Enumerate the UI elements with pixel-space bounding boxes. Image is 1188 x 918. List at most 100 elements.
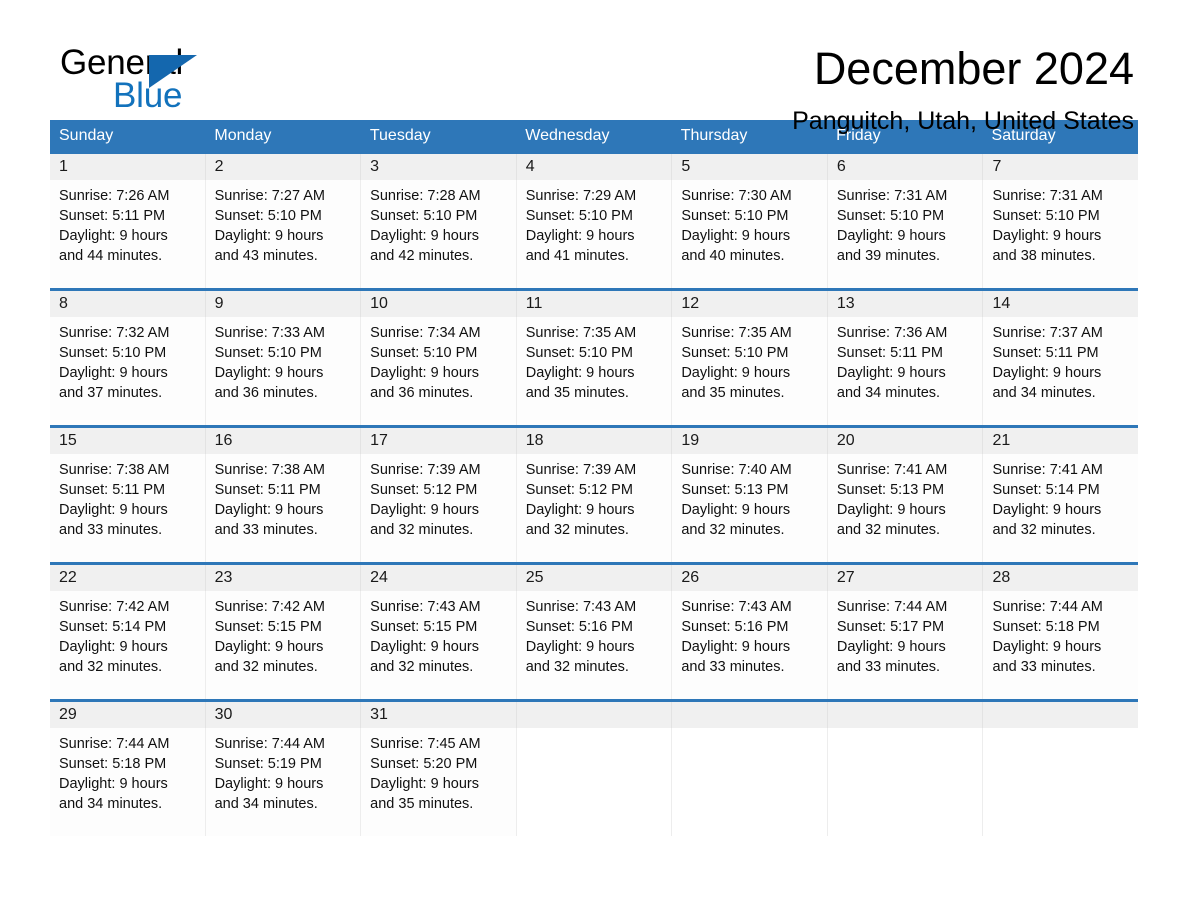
day-number[interactable]: 24 (360, 565, 516, 591)
day-number[interactable]: 16 (204, 428, 361, 454)
day-number[interactable]: 19 (671, 428, 827, 454)
sunrise-text: Sunrise: 7:33 AM (214, 325, 325, 341)
day-number[interactable]: 22 (50, 565, 205, 591)
day-cell[interactable]: Sunrise: 7:39 AM Sunset: 5:12 PM Dayligh… (515, 454, 672, 562)
day-cell[interactable]: Sunrise: 7:32 AM Sunset: 5:10 PM Dayligh… (50, 317, 205, 425)
daylight-text-line1: Daylight: 9 hours (992, 365, 1102, 381)
day-cell[interactable]: Sunrise: 7:27 AM Sunset: 5:10 PM Dayligh… (204, 180, 361, 288)
day-number[interactable]: 13 (826, 291, 983, 317)
day-number[interactable]: 18 (515, 428, 672, 454)
weekday-friday: Friday (836, 127, 881, 144)
sunrise-text: Sunrise: 7:43 AM (370, 599, 481, 615)
day-cell[interactable]: Sunrise: 7:30 AM Sunset: 5:10 PM Dayligh… (671, 180, 827, 288)
day-number[interactable]: 5 (671, 154, 827, 180)
daylight-text-line1: Daylight: 9 hours (525, 502, 635, 518)
day-number[interactable]: 3 (360, 154, 516, 180)
day-cell[interactable]: Sunrise: 7:35 AM Sunset: 5:10 PM Dayligh… (515, 317, 672, 425)
sunset-text: Sunset: 5:16 PM (525, 619, 633, 635)
day-number[interactable]: 17 (360, 428, 516, 454)
daylight-text-line2: and 33 minutes. (59, 522, 163, 538)
day-number[interactable]: 10 (360, 291, 516, 317)
day-number[interactable]: 12 (671, 291, 827, 317)
day-number[interactable]: 15 (50, 428, 205, 454)
day-cell[interactable]: Sunrise: 7:41 AM Sunset: 5:13 PM Dayligh… (826, 454, 983, 562)
sunrise-text: Sunrise: 7:29 AM (525, 188, 637, 204)
day-number[interactable]: 21 (982, 428, 1138, 454)
day-detail-row: Sunrise: 7:42 AM Sunset: 5:14 PM Dayligh… (50, 591, 1138, 699)
sunrise-text: Sunrise: 7:38 AM (59, 462, 170, 478)
daylight-text-line1: Daylight: 9 hours (836, 365, 946, 381)
day-cell[interactable]: Sunrise: 7:40 AM Sunset: 5:13 PM Dayligh… (671, 454, 827, 562)
sunset-text: Sunset: 5:11 PM (59, 208, 166, 224)
daylight-text-line1: Daylight: 9 hours (370, 228, 479, 244)
sunset-text: Sunset: 5:10 PM (370, 345, 478, 361)
sunrise-text: Sunrise: 7:37 AM (992, 325, 1103, 341)
day-number[interactable]: 8 (50, 291, 205, 317)
day-number[interactable]: 6 (826, 154, 983, 180)
day-number[interactable]: 1 (50, 154, 205, 180)
day-cell[interactable]: Sunrise: 7:44 AM Sunset: 5:18 PM Dayligh… (982, 591, 1138, 699)
day-number[interactable]: 30 (204, 702, 361, 728)
weekday-sunday: Sunday (59, 127, 114, 144)
daylight-text-line1: Daylight: 9 hours (214, 502, 324, 518)
day-number[interactable]: 27 (826, 565, 983, 591)
day-cell[interactable]: Sunrise: 7:44 AM Sunset: 5:17 PM Dayligh… (826, 591, 983, 699)
day-cell[interactable]: Sunrise: 7:29 AM Sunset: 5:10 PM Dayligh… (515, 180, 672, 288)
daylight-text-line1: Daylight: 9 hours (525, 639, 635, 655)
day-cell[interactable]: Sunrise: 7:38 AM Sunset: 5:11 PM Dayligh… (204, 454, 361, 562)
daylight-text-line1: Daylight: 9 hours (370, 502, 479, 518)
day-number[interactable]: 9 (204, 291, 361, 317)
day-cell[interactable]: Sunrise: 7:43 AM Sunset: 5:16 PM Dayligh… (515, 591, 672, 699)
weekday-saturday: Saturday (991, 127, 1056, 144)
day-cell[interactable]: Sunrise: 7:43 AM Sunset: 5:15 PM Dayligh… (360, 591, 516, 699)
day-number[interactable]: 14 (982, 291, 1138, 317)
day-number[interactable]: 4 (515, 154, 672, 180)
sunrise-text: Sunrise: 7:27 AM (214, 188, 325, 204)
day-number[interactable]: 28 (982, 565, 1138, 591)
sunrise-text: Sunrise: 7:36 AM (836, 325, 948, 341)
day-cell[interactable]: Sunrise: 7:44 AM Sunset: 5:19 PM Dayligh… (204, 728, 361, 836)
day-number[interactable]: 25 (515, 565, 672, 591)
daylight-text-line2: and 35 minutes. (681, 385, 785, 401)
sunset-text: Sunset: 5:10 PM (214, 208, 322, 224)
day-number[interactable]: 11 (515, 291, 672, 317)
day-cell[interactable]: Sunrise: 7:38 AM Sunset: 5:11 PM Dayligh… (50, 454, 205, 562)
day-cell[interactable]: Sunrise: 7:26 AM Sunset: 5:11 PM Dayligh… (50, 180, 205, 288)
daylight-text-line1: Daylight: 9 hours (992, 639, 1102, 655)
daylight-text-line2: and 32 minutes. (525, 522, 629, 538)
day-cell[interactable]: Sunrise: 7:33 AM Sunset: 5:10 PM Dayligh… (204, 317, 361, 425)
day-cell[interactable]: Sunrise: 7:43 AM Sunset: 5:16 PM Dayligh… (671, 591, 827, 699)
day-cell[interactable]: Sunrise: 7:42 AM Sunset: 5:15 PM Dayligh… (204, 591, 361, 699)
calendar-week-row: 29 30 31 Sunrise: 7:44 AM Sunset: 5:18 P… (50, 699, 1139, 836)
day-cell[interactable]: Sunrise: 7:39 AM Sunset: 5:12 PM Dayligh… (360, 454, 516, 562)
day-number[interactable]: 7 (982, 154, 1138, 180)
day-number[interactable]: 23 (204, 565, 361, 591)
day-cell[interactable]: Sunrise: 7:37 AM Sunset: 5:11 PM Dayligh… (982, 317, 1138, 425)
day-cell[interactable]: Sunrise: 7:44 AM Sunset: 5:18 PM Dayligh… (50, 728, 205, 836)
day-cell[interactable]: Sunrise: 7:45 AM Sunset: 5:20 PM Dayligh… (360, 728, 516, 836)
sunrise-text: Sunrise: 7:31 AM (836, 188, 948, 204)
sunrise-text: Sunrise: 7:45 AM (370, 736, 481, 752)
daylight-text-line2: and 34 minutes. (214, 796, 318, 812)
day-number[interactable]: 20 (826, 428, 983, 454)
day-cell[interactable]: Sunrise: 7:31 AM Sunset: 5:10 PM Dayligh… (982, 180, 1138, 288)
day-cell-empty (671, 728, 827, 836)
day-number[interactable]: 26 (671, 565, 827, 591)
day-number[interactable]: 29 (50, 702, 205, 728)
day-cell[interactable]: Sunrise: 7:35 AM Sunset: 5:10 PM Dayligh… (671, 317, 827, 425)
day-cell[interactable]: Sunrise: 7:42 AM Sunset: 5:14 PM Dayligh… (50, 591, 205, 699)
weekday-tuesday: Tuesday (369, 127, 431, 144)
day-number-empty (515, 702, 672, 728)
day-cell[interactable]: Sunrise: 7:34 AM Sunset: 5:10 PM Dayligh… (360, 317, 516, 425)
daylight-text-line2: and 32 minutes. (992, 522, 1096, 538)
day-cell[interactable]: Sunrise: 7:28 AM Sunset: 5:10 PM Dayligh… (360, 180, 516, 288)
day-cell[interactable]: Sunrise: 7:36 AM Sunset: 5:11 PM Dayligh… (826, 317, 983, 425)
day-number-band: 15 16 17 18 19 20 21 (50, 428, 1138, 454)
daylight-text-line2: and 42 minutes. (370, 248, 474, 264)
day-number[interactable]: 31 (360, 702, 516, 728)
day-number[interactable]: 2 (204, 154, 361, 180)
sunset-text: Sunset: 5:10 PM (525, 345, 633, 361)
day-cell[interactable]: Sunrise: 7:41 AM Sunset: 5:14 PM Dayligh… (982, 454, 1138, 562)
daylight-text-line2: and 34 minutes. (992, 385, 1096, 401)
day-cell[interactable]: Sunrise: 7:31 AM Sunset: 5:10 PM Dayligh… (826, 180, 983, 288)
